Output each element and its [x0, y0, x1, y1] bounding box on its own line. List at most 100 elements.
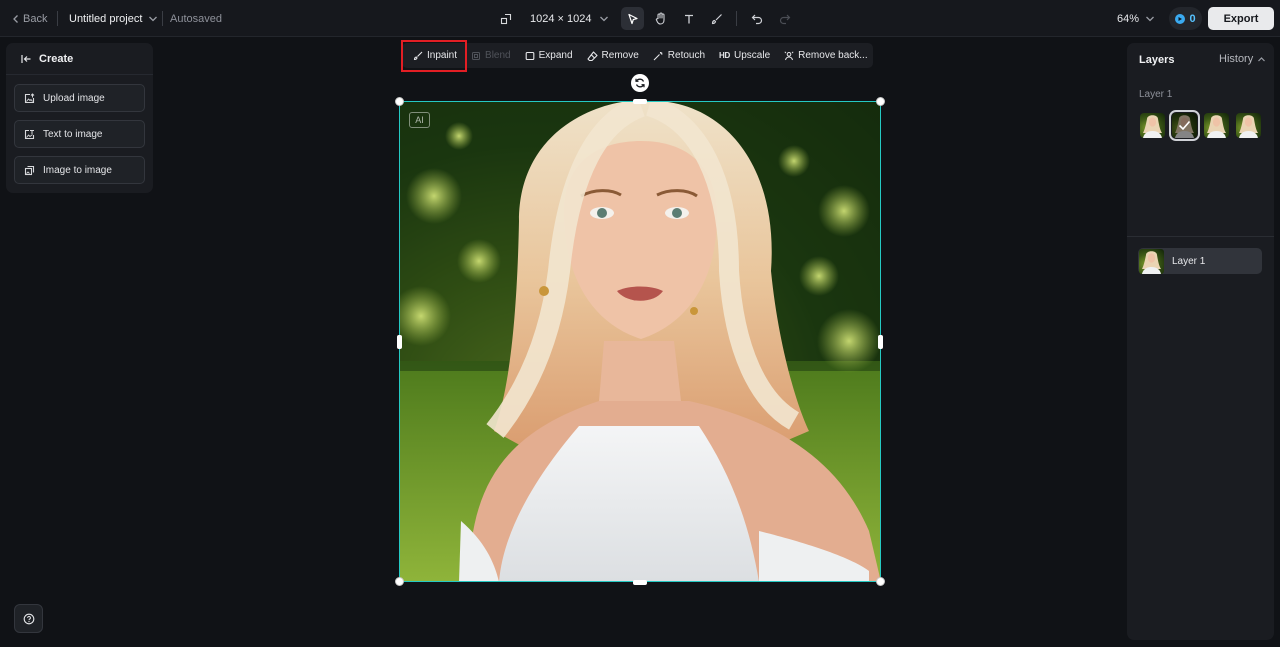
create-panel: Create Upload image Text to image Image … — [6, 43, 153, 193]
hand-tool[interactable] — [649, 7, 672, 30]
canvas-image[interactable] — [399, 101, 881, 582]
chevron-left-icon — [12, 14, 20, 24]
hd-icon: HD — [719, 51, 730, 60]
canvas-size-dropdown[interactable]: 1024 × 1024 — [500, 8, 609, 29]
layer-section-label: Layer 1 — [1139, 89, 1173, 100]
expand-label: Expand — [538, 50, 573, 61]
chevron-down-icon — [148, 15, 158, 23]
cursor-arrow-icon — [627, 13, 639, 25]
blend-button[interactable]: Blend — [464, 43, 518, 68]
inpaint-brush-icon — [413, 51, 423, 61]
credits-badge[interactable]: 0 — [1169, 7, 1202, 30]
divider — [57, 11, 58, 26]
blend-label: Blend — [485, 50, 511, 61]
undo-button[interactable] — [745, 7, 768, 30]
project-name: Untitled project — [69, 12, 143, 25]
resize-handle-right[interactable] — [878, 335, 883, 349]
chevron-up-icon — [1257, 56, 1266, 63]
upload-image-icon — [24, 92, 35, 104]
remove-background-label: Remove back... — [798, 50, 868, 61]
divider — [736, 11, 737, 26]
layer-name: Layer 1 — [1172, 255, 1206, 267]
redo-button[interactable] — [773, 7, 796, 30]
expand-button[interactable]: Expand — [518, 43, 580, 68]
redo-icon — [779, 13, 791, 25]
upscale-label: Upscale — [734, 50, 771, 61]
checkmark-icon — [1178, 120, 1191, 131]
hand-icon — [655, 12, 667, 25]
blend-icon — [471, 51, 481, 61]
resize-handle-bottom-left[interactable] — [395, 577, 404, 586]
upscale-button[interactable]: HD Upscale — [712, 43, 777, 68]
project-name-dropdown[interactable]: Untitled project — [69, 10, 158, 27]
ai-badge: AI — [409, 112, 430, 128]
chevron-down-icon — [1145, 15, 1155, 23]
brush-tool[interactable] — [705, 7, 728, 30]
retouch-label: Retouch — [667, 50, 706, 61]
resize-handle-top-left[interactable] — [395, 97, 404, 106]
resize-handle-bottom[interactable] — [633, 580, 647, 585]
image-to-image-label: Image to image — [43, 164, 112, 176]
resize-handle-top-right[interactable] — [876, 97, 885, 106]
export-button[interactable]: Export — [1208, 7, 1274, 30]
divider — [1127, 236, 1274, 237]
text-to-image-label: Text to image — [43, 128, 103, 140]
collapse-left-icon — [21, 54, 32, 64]
variation-thumbnail[interactable] — [1204, 113, 1229, 138]
text-t-icon — [683, 13, 695, 25]
top-bar: Back Untitled project Autosaved 1024 × 1… — [0, 0, 1280, 37]
retouch-button[interactable]: Retouch — [646, 43, 712, 68]
variation-thumbnail[interactable] — [1140, 113, 1165, 138]
brush-icon — [711, 13, 723, 25]
divider — [162, 11, 163, 26]
chevron-down-icon — [599, 15, 609, 23]
variation-thumbnails — [1140, 110, 1261, 141]
layer-list-item[interactable]: Layer 1 — [1138, 248, 1262, 274]
rotate-handle[interactable] — [631, 74, 649, 92]
inpaint-label: Inpaint — [427, 50, 458, 61]
zoom-dropdown[interactable]: 64% — [1117, 10, 1155, 27]
portrait-photo — [399, 101, 881, 582]
upload-image-label: Upload image — [43, 92, 105, 104]
image-to-image-icon — [24, 165, 35, 176]
save-status: Autosaved — [170, 13, 222, 25]
text-tool[interactable] — [677, 7, 700, 30]
rotate-icon — [634, 77, 646, 89]
back-button[interactable]: Back — [12, 10, 47, 27]
undo-icon — [751, 13, 763, 25]
back-label: Back — [23, 12, 48, 25]
remove-button[interactable]: Remove — [580, 43, 646, 68]
play-credit-icon — [1175, 13, 1186, 24]
create-panel-title: Create — [39, 52, 74, 65]
variation-thumbnail-selected[interactable] — [1169, 110, 1200, 141]
help-button[interactable] — [14, 604, 43, 633]
layers-tab[interactable]: Layers — [1139, 54, 1174, 66]
eraser-icon — [586, 50, 598, 61]
text-to-image-icon — [24, 129, 35, 140]
image-edit-toolbar: Inpaint Blend Expand Remove Retouch HD U… — [402, 43, 873, 68]
select-tool[interactable] — [621, 7, 644, 30]
magic-wand-icon — [653, 51, 664, 61]
image-to-image-button[interactable]: Image to image — [14, 156, 145, 184]
resize-handle-bottom-right[interactable] — [876, 577, 885, 586]
upload-image-button[interactable]: Upload image — [14, 84, 145, 112]
variation-thumbnail[interactable] — [1236, 113, 1261, 138]
remove-label: Remove — [601, 50, 639, 61]
remove-background-icon — [784, 50, 794, 61]
credits-count: 0 — [1189, 12, 1196, 25]
expand-icon — [525, 51, 535, 61]
tool-group — [621, 7, 796, 30]
resize-handle-left[interactable] — [397, 335, 402, 349]
create-panel-header[interactable]: Create — [6, 43, 153, 75]
resize-icon — [500, 13, 512, 25]
inpaint-button[interactable]: Inpaint — [402, 43, 464, 68]
history-toggle[interactable]: History — [1219, 53, 1266, 65]
text-to-image-button[interactable]: Text to image — [14, 120, 145, 148]
layer-thumbnail — [1139, 248, 1164, 274]
help-question-icon — [23, 613, 35, 625]
history-label: History — [1219, 53, 1254, 65]
resize-handle-top[interactable] — [633, 99, 647, 104]
layers-panel: Layers History Layer 1 Layer 1 — [1127, 43, 1274, 640]
remove-background-button[interactable]: Remove back... — [777, 43, 874, 68]
zoom-level: 64% — [1117, 12, 1140, 25]
